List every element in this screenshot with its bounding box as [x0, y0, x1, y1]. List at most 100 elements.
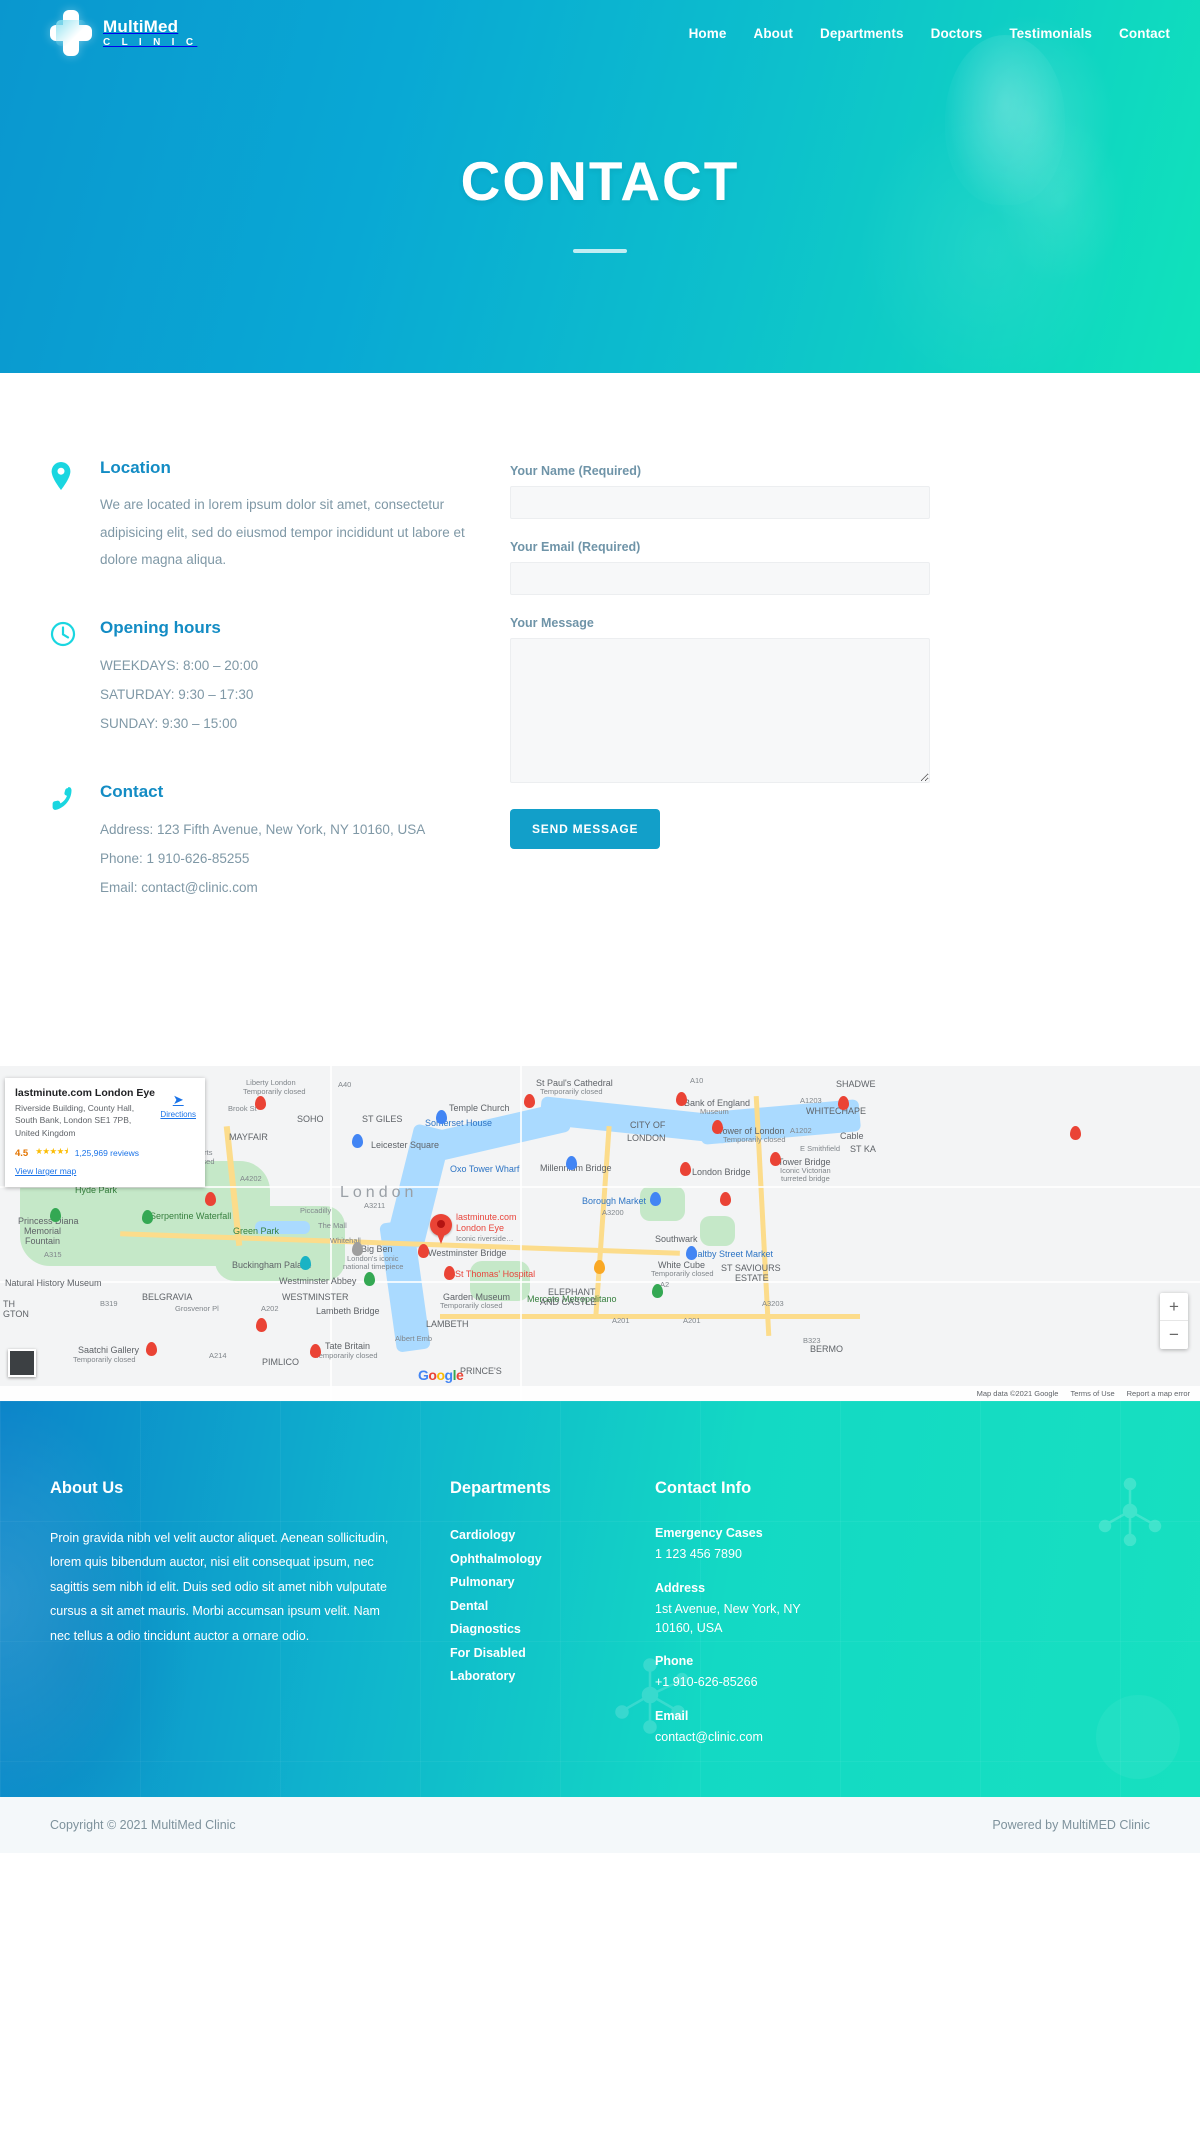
phone-icon [50, 782, 100, 902]
map-poi-pin[interactable] [256, 1318, 267, 1333]
map-label: The Mall [318, 1221, 347, 1231]
powered-by-text: Powered by MultiMED Clinic [992, 1818, 1150, 1833]
nav-item-testimonials[interactable]: Testimonials [1009, 26, 1092, 41]
map-poi-pin[interactable] [205, 1192, 216, 1207]
map-label: Temple Church [449, 1103, 510, 1114]
copyright-text: Copyright © 2021 MultiMed Clinic [50, 1818, 236, 1833]
map-poi-pin[interactable] [352, 1242, 363, 1257]
map-poi-pin[interactable] [524, 1094, 535, 1109]
rating-review-count[interactable]: 1,25,969 reviews [75, 1148, 139, 1158]
nav-item-contact[interactable]: Contact [1119, 26, 1170, 41]
view-larger-map-link[interactable]: View larger map [15, 1166, 76, 1176]
map-label: A3200 [602, 1208, 624, 1218]
footer-columns: About Us Proin gravida nibh vel velit au… [50, 1479, 1150, 1764]
map-poi-pin[interactable] [50, 1208, 61, 1223]
message-textarea[interactable] [510, 638, 930, 783]
footer-department-dental[interactable]: Dental [450, 1597, 655, 1616]
map-poi-pin[interactable] [142, 1210, 153, 1225]
map-poi-pin[interactable] [146, 1342, 157, 1357]
map-label: A4202 [240, 1174, 262, 1184]
map-poi-pin[interactable] [712, 1120, 723, 1135]
map-poi-pin[interactable] [310, 1344, 321, 1359]
map-label: London Bridge [692, 1167, 751, 1178]
footer-department-cardiology[interactable]: Cardiology [450, 1526, 655, 1545]
map-street-view-thumbnail[interactable] [8, 1349, 36, 1378]
map-poi-pin[interactable] [566, 1156, 577, 1171]
map-label: Temporarily closed [73, 1355, 136, 1365]
map-poi-pin[interactable] [720, 1192, 731, 1207]
map-label: Somerset House [425, 1118, 493, 1129]
google-logo: Google [418, 1367, 464, 1383]
rating-value: 4.5 [15, 1147, 29, 1159]
map-poi-pin[interactable] [652, 1284, 663, 1299]
nav-item-about[interactable]: About [753, 26, 792, 41]
map-poi-pin[interactable] [770, 1152, 781, 1167]
map-label: SOHO [297, 1114, 324, 1125]
map-label: Tate Britain [325, 1341, 371, 1352]
map-poi-pin[interactable] [680, 1162, 691, 1177]
footer-contact-info-title: Contact Info [655, 1479, 752, 1498]
map-poi-pin[interactable] [686, 1246, 697, 1261]
map-label: Fountain [25, 1236, 61, 1247]
nav-links: Home About Departments Doctors Testimoni… [689, 26, 1170, 41]
map-poi-pin[interactable] [418, 1244, 429, 1259]
map-poi-pin[interactable] [300, 1256, 311, 1271]
nav-item-doctors[interactable]: Doctors [931, 26, 983, 41]
map-primary-marker[interactable] [430, 1214, 452, 1245]
name-input[interactable] [510, 486, 930, 519]
map-poi-pin[interactable] [255, 1096, 266, 1111]
map-poi-pin[interactable] [364, 1272, 375, 1287]
map-poi-pin[interactable] [650, 1192, 661, 1207]
zoom-out-button[interactable]: − [1160, 1321, 1188, 1349]
nav-item-departments[interactable]: Departments [820, 26, 904, 41]
map-label: Green Park [233, 1226, 280, 1237]
brand-text: MultiMed C L I N I C [103, 18, 197, 48]
contact-email: Email: contact@clinic.com [100, 880, 258, 896]
contact-block: Contact Address: 123 Fifth Avenue, New Y… [50, 782, 470, 902]
map-poi-pin[interactable] [838, 1096, 849, 1111]
footer-department-for-disabled[interactable]: For Disabled [450, 1644, 655, 1663]
send-message-button[interactable]: SEND MESSAGE [510, 809, 661, 849]
map-label: SHADWE [836, 1079, 876, 1090]
footer-department-laboratory[interactable]: Laboratory [450, 1667, 655, 1686]
map-zoom-controls[interactable]: + − [1160, 1293, 1188, 1350]
map-poi-pin[interactable] [1070, 1126, 1081, 1141]
page-title: CONTACT [460, 150, 740, 212]
rating-stars-icon: ★★★★⯨ [35, 1146, 68, 1157]
brand-name: MultiMed [103, 17, 179, 36]
nav-item-home[interactable]: Home [689, 26, 727, 41]
map-label: Grosvenor Pl [175, 1304, 219, 1314]
zoom-in-button[interactable]: + [1160, 1293, 1188, 1322]
site-footer: About Us Proin gravida nibh vel velit au… [0, 1401, 1200, 1798]
footer-department-pulmonary[interactable]: Pulmonary [450, 1573, 655, 1592]
map-label: A40 [338, 1080, 352, 1090]
map-data-attribution: Map data ©2021 Google [976, 1389, 1059, 1399]
map-report-link[interactable]: Report a map error [1127, 1389, 1190, 1398]
footer-department-diagnostics[interactable]: Diagnostics [450, 1620, 655, 1639]
map-poi-pin[interactable] [594, 1260, 605, 1275]
map-poi-pin[interactable] [436, 1110, 447, 1125]
map-poi-pin[interactable] [676, 1092, 687, 1107]
map-label: BERMO [810, 1344, 844, 1355]
map-label: GTON [3, 1309, 29, 1320]
google-map-embed[interactable]: lastminute.com London Eye Iconic riversi… [0, 1066, 1200, 1402]
footer-department-ophthalmology[interactable]: Ophthalmology [450, 1550, 655, 1569]
directions-button[interactable]: ➤ Directions [160, 1091, 196, 1119]
map-label: A3203 [762, 1299, 784, 1309]
map-label: B323 [803, 1336, 821, 1346]
map-poi-pin[interactable] [444, 1266, 455, 1281]
map-label: Liberty London [246, 1078, 296, 1088]
map-poi-pin[interactable] [352, 1134, 363, 1149]
footer-address-value: 1st Avenue, New York, NY 10160, USA [655, 1601, 801, 1635]
email-input[interactable] [510, 562, 930, 595]
brand-logo-link[interactable]: MultiMed C L I N I C [50, 10, 197, 56]
map-label: Albert Emb [395, 1334, 433, 1344]
map-label: A201 [612, 1316, 630, 1326]
map-label: Temporarily closed [440, 1301, 503, 1311]
footer-emergency-value: 1 123 456 7890 [655, 1547, 742, 1562]
brand-subtitle: C L I N I C [103, 37, 198, 48]
map-terms-link[interactable]: Terms of Use [1070, 1389, 1114, 1398]
map-info-card[interactable]: lastminute.com London Eye Riverside Buil… [5, 1078, 205, 1188]
map-label: Saatchi Gallery [78, 1345, 140, 1356]
map-label: turreted bridge [781, 1174, 830, 1184]
